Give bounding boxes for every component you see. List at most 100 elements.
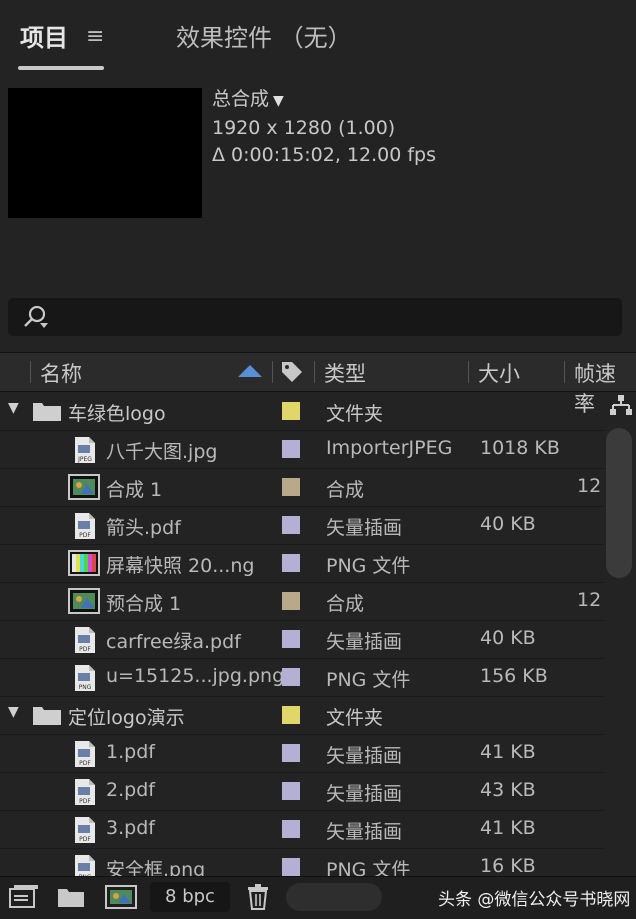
label-color-swatch[interactable] <box>282 706 300 724</box>
svg-text:PDF: PDF <box>79 836 91 843</box>
item-frame-rate: 12 <box>577 475 602 497</box>
label-color-swatch[interactable] <box>282 668 300 686</box>
item-type: ImporterJPEG <box>326 437 453 459</box>
item-name: 1.pdf <box>106 741 155 763</box>
item-type: 矢量插画 <box>326 631 403 653</box>
pdf-file-icon: PDF <box>75 779 95 805</box>
color-depth-button[interactable]: 8 bpc <box>150 882 230 912</box>
scrollbar-thumb[interactable] <box>606 428 632 578</box>
item-name: 合成 1 <box>106 479 163 501</box>
new-folder-icon[interactable] <box>56 883 86 911</box>
tab-project[interactable]: 项目 <box>20 18 68 53</box>
item-frame-rate: 12 <box>577 589 602 611</box>
item-type: 合成 <box>326 593 365 615</box>
dropdown-triangle-icon: ▼ <box>273 93 284 109</box>
thumbnail-size-slider[interactable] <box>286 883 382 911</box>
svg-text:PDF: PDF <box>79 646 91 653</box>
folder-row[interactable]: ▼ 定位logo演示 文件夹 <box>0 696 604 735</box>
list-item[interactable]: JPEG 八千大图.jpg ImporterJPEG 1018 KB <box>0 430 604 469</box>
search-input[interactable] <box>8 298 622 336</box>
vertical-scrollbar[interactable] <box>604 392 636 876</box>
item-size: 16 KB <box>480 855 536 876</box>
bottom-toolbar: 8 bpc 头条 @微信公众号书晓网 <box>0 876 636 919</box>
item-type: PNG 文件 <box>326 669 411 691</box>
column-size[interactable]: 大小 <box>478 358 520 388</box>
label-color-swatch[interactable] <box>282 820 300 838</box>
item-type: 文件夹 <box>326 707 384 729</box>
project-item-list: ▼ 车绿色logo 文件夹 JPEG 八千大图.jpg ImporterJPEG 1018 … <box>0 392 604 876</box>
list-item[interactable]: PDF 2.pdf 矢量插画 43 KB <box>0 772 604 811</box>
pdf-file-icon: PDF <box>75 627 95 653</box>
panel-tabs: 项目 ≡ 效果控件 （无） <box>0 0 636 78</box>
composition-info: 总合成 ▼ 1920 x 1280 (1.00) Δ 0:00:15:02, 12… <box>212 86 436 169</box>
label-color-swatch[interactable] <box>282 858 300 876</box>
item-type: 文件夹 <box>326 403 384 425</box>
flowchart-icon[interactable] <box>610 394 632 416</box>
label-color-swatch[interactable] <box>282 630 300 648</box>
label-color-swatch[interactable] <box>282 402 300 420</box>
list-item[interactable]: PNG u=15125...jpg.png PNG 文件 156 KB <box>0 658 604 697</box>
folder-icon <box>33 707 61 725</box>
column-divider[interactable] <box>272 361 273 383</box>
column-header: 名称 类型 大小 帧速率 <box>0 352 636 416</box>
item-name: 2.pdf <box>106 779 155 801</box>
list-item[interactable]: PNG 安全框.png PNG 文件 16 KB <box>0 848 604 876</box>
column-divider[interactable] <box>468 361 469 383</box>
column-divider[interactable] <box>564 361 565 383</box>
label-color-swatch[interactable] <box>282 516 300 534</box>
composition-name-dropdown[interactable]: 总合成 ▼ <box>212 86 436 115</box>
trash-icon[interactable] <box>246 883 270 911</box>
item-name: carfree绿a.pdf <box>106 631 241 653</box>
list-item[interactable]: 合成 1 合成 12 <box>0 468 604 507</box>
label-color-swatch[interactable] <box>282 744 300 762</box>
svg-text:PDF: PDF <box>79 532 91 539</box>
item-size: 156 KB <box>480 665 548 687</box>
label-color-swatch[interactable] <box>282 478 300 496</box>
svg-text:PDF: PDF <box>79 798 91 805</box>
item-name: 安全框.png <box>106 859 206 876</box>
composition-thumbnail <box>8 88 202 218</box>
item-size: 41 KB <box>480 817 536 839</box>
item-name: 定位logo演示 <box>68 707 185 729</box>
label-color-swatch[interactable] <box>282 782 300 800</box>
column-type[interactable]: 类型 <box>324 358 366 388</box>
new-composition-icon[interactable] <box>104 883 138 911</box>
png-file-icon: PNG <box>75 855 95 876</box>
pdf-file-icon: PDF <box>75 741 95 767</box>
folder-row[interactable]: ▼ 车绿色logo 文件夹 <box>0 392 604 431</box>
pdf-file-icon: PDF <box>75 817 95 843</box>
item-type: 合成 <box>326 479 365 501</box>
item-name: 车绿色logo <box>68 403 166 425</box>
list-item[interactable]: PDF 1.pdf 矢量插画 41 KB <box>0 734 604 773</box>
list-item[interactable]: 屏幕快照 20...ng PNG 文件 <box>0 544 604 583</box>
sort-ascending-icon[interactable] <box>238 365 262 377</box>
tab-effect-controls[interactable]: 效果控件 （无） <box>176 18 352 53</box>
composition-icon <box>68 474 100 500</box>
composition-duration: Δ 0:00:15:02, 12.00 fps <box>212 144 437 166</box>
composition-icon <box>68 588 100 614</box>
list-item[interactable]: PDF 箭头.pdf 矢量插画 40 KB <box>0 506 604 545</box>
label-color-swatch[interactable] <box>282 592 300 610</box>
interpret-footage-icon[interactable] <box>8 883 38 911</box>
active-tab-indicator <box>18 66 104 70</box>
item-type: 矢量插画 <box>326 745 403 767</box>
label-color-swatch[interactable] <box>282 554 300 572</box>
label-tag-icon[interactable] <box>280 360 304 384</box>
composition-dimensions: 1920 x 1280 (1.00) <box>212 117 396 139</box>
list-item[interactable]: 预合成 1 合成 12 <box>0 582 604 621</box>
label-color-swatch[interactable] <box>282 440 300 458</box>
column-divider[interactable] <box>30 361 31 383</box>
search-icon[interactable] <box>22 304 48 330</box>
item-size: 40 KB <box>480 627 536 649</box>
column-divider[interactable] <box>314 361 315 383</box>
list-item[interactable]: PDF carfree绿a.pdf 矢量插画 40 KB <box>0 620 604 659</box>
item-size: 41 KB <box>480 741 536 763</box>
expand-triangle-icon[interactable]: ▼ <box>8 400 19 416</box>
panel-menu-icon[interactable]: ≡ <box>86 24 104 49</box>
item-size: 43 KB <box>480 779 536 801</box>
column-name[interactable]: 名称 <box>40 358 82 388</box>
item-type: 矢量插画 <box>326 821 403 843</box>
expand-triangle-icon[interactable]: ▼ <box>8 704 19 720</box>
item-name: 预合成 1 <box>106 593 182 615</box>
list-item[interactable]: PDF 3.pdf 矢量插画 41 KB <box>0 810 604 849</box>
